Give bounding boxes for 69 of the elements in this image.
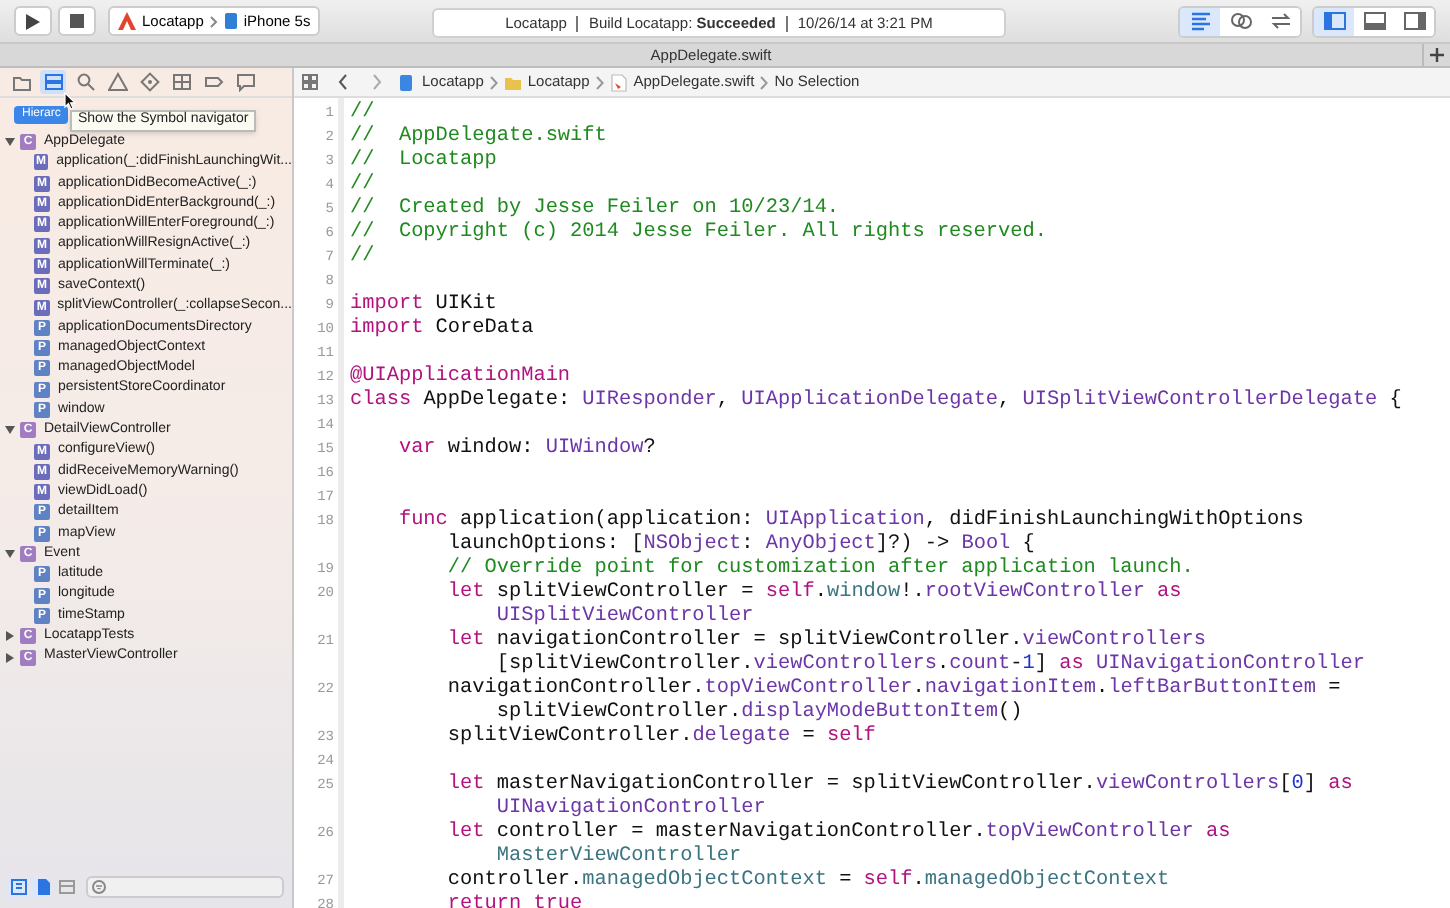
filter-field[interactable]	[86, 876, 284, 898]
code-line: splitViewController.delegate = self	[445, 726, 876, 750]
code-line: let navigationController = splitViewController.viewControllers	[445, 630, 1206, 653]
phone-icon	[223, 12, 238, 30]
hierarchy-button[interactable]	[8, 877, 28, 897]
align-left-button[interactable]	[1180, 7, 1220, 35]
arrows-icon	[1269, 10, 1291, 32]
disclosure-triangle-icon[interactable]	[4, 651, 16, 664]
code-line: navigationController.topViewController.navigationItem.leftBarButtonItem =	[445, 678, 1341, 701]
code-line: //	[350, 174, 375, 197]
code-line: let masterNavigationController = splitViewController.viewControllers[0] as	[445, 774, 1353, 797]
play-icon	[26, 13, 40, 29]
app-icon	[118, 12, 136, 30]
code-line: import CoreData	[350, 318, 534, 342]
right-panel-icon	[1403, 10, 1425, 32]
back-icon[interactable]	[338, 74, 348, 90]
chevron-icon	[595, 75, 604, 89]
code-line: // Override point for customization after application launch.	[445, 558, 1194, 581]
speech-bubble-icon[interactable]	[232, 70, 258, 94]
disclosure-triangle-icon[interactable]	[4, 424, 16, 437]
code-line: UINavigationController	[494, 798, 766, 821]
chevron-icon	[209, 15, 218, 27]
run-button[interactable]	[14, 6, 52, 36]
code-line: @UIApplicationMain	[350, 366, 571, 389]
align-left-icon	[1189, 10, 1211, 32]
plus-icon	[1430, 48, 1444, 62]
code-line: // Copyright (c) 2014 Jesse Feiler. All rights reserved.	[350, 222, 1047, 245]
code-line: splitViewController.displayModeButtonItem()	[494, 702, 1023, 725]
code-line: // Locatapp	[350, 150, 497, 173]
code-line: func application(application: UIApplication, didFinishLaunchingWithOptions	[396, 510, 1304, 533]
disclosure-triangle-icon[interactable]	[4, 548, 16, 561]
code-line: import UIKit	[350, 294, 497, 317]
box-button[interactable]	[56, 877, 76, 897]
code-line: controller.managedObjectContext = self.managedObjectContext	[445, 870, 1170, 894]
grid-icon[interactable]	[302, 74, 318, 90]
document-button[interactable]	[32, 877, 52, 897]
left-panel-button[interactable]	[1314, 7, 1354, 35]
code-line: MasterViewController	[494, 846, 742, 869]
project-icon	[398, 73, 416, 91]
diamond-icon[interactable]	[136, 70, 162, 94]
code-line: class AppDelegate: UIResponder, UIApplicationDelegate, UISplitViewControllerDelegate {	[350, 390, 1402, 414]
search-icon[interactable]	[72, 70, 98, 94]
code-line: // AppDelegate.swift	[350, 126, 607, 149]
code-line: UISplitViewController	[494, 606, 754, 629]
code-line: launchOptions: [NSObject: AnyObject]?) -> Bool {	[445, 534, 1035, 557]
code-line: var window: UIWindow?	[396, 438, 656, 462]
folder-icon	[503, 73, 522, 91]
forward-icon[interactable]	[372, 74, 382, 90]
swift-file-icon	[609, 73, 628, 91]
rings-icon	[1229, 10, 1251, 32]
stop-button[interactable]	[58, 6, 96, 36]
code-line: return true	[445, 894, 583, 908]
code-line: [splitViewController.viewControllers.count-1] as UINavigationController	[494, 654, 1365, 677]
stop-icon	[70, 14, 84, 28]
filter-icon	[92, 880, 106, 894]
code-line: //	[350, 102, 375, 125]
code-line: let controller = masterNavigationController.topViewController as	[445, 822, 1231, 845]
chevron-icon	[760, 75, 769, 89]
code-line: let splitViewController = self.window!.rootViewController as	[445, 582, 1182, 605]
left-panel-icon	[1323, 10, 1345, 32]
symbol-icon[interactable]	[40, 70, 66, 94]
chevron-icon	[489, 75, 498, 89]
warning-icon[interactable]	[104, 70, 130, 94]
code-line: //	[350, 246, 375, 270]
disclosure-triangle-icon[interactable]	[4, 630, 16, 643]
bottom-panel-icon	[1363, 10, 1385, 32]
code-line: // Created by Jesse Feiler on 10/23/14.	[350, 198, 840, 221]
disclosure-triangle-icon[interactable]	[4, 136, 16, 149]
cursor-icon	[64, 92, 76, 110]
